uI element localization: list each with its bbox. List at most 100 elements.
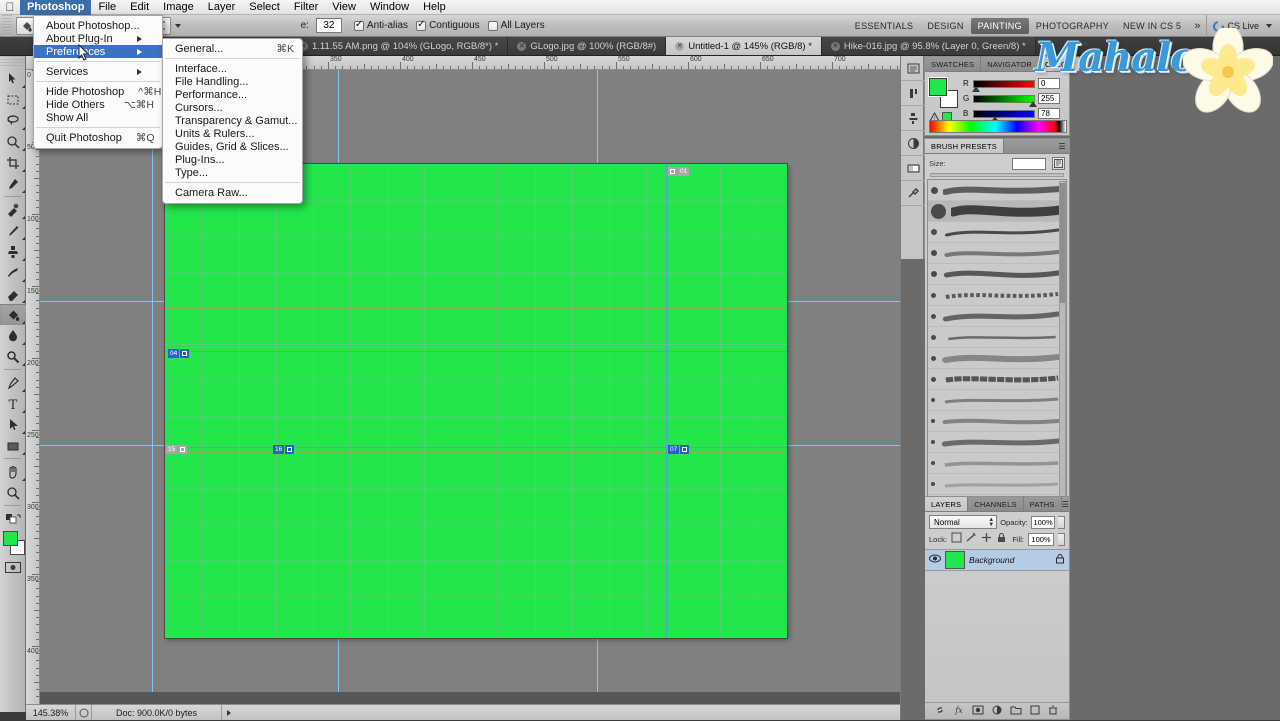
apple-logo-icon[interactable]: 	[0, 1, 20, 14]
blur-tool[interactable]	[0, 325, 26, 346]
submenu-item-file-handling[interactable]: File Handling...	[163, 75, 302, 88]
panel-menu-icon[interactable]: ☰	[1080, 57, 1087, 71]
fill-value[interactable]: 100%	[1028, 532, 1054, 546]
menu-layer[interactable]: Layer	[201, 0, 243, 15]
color-swatches[interactable]	[0, 529, 26, 559]
menu-select[interactable]: Select	[242, 0, 287, 15]
menu-file[interactable]: File	[91, 0, 123, 15]
new-group-icon[interactable]	[1010, 705, 1022, 718]
menu-item-hide-others[interactable]: Hide Others ⌥⌘H	[34, 98, 162, 111]
opacity-value[interactable]: 100%	[1030, 515, 1056, 529]
layer-thumbnail[interactable]	[945, 551, 965, 569]
red-slider[interactable]	[972, 79, 1035, 92]
masks-panel-icon[interactable]	[901, 156, 925, 181]
link-layers-icon[interactable]	[934, 705, 946, 718]
document-tab[interactable]: ✕ GLogo.jpg @ 100% (RGB/8#)	[508, 37, 667, 55]
path-selection-tool[interactable]	[0, 414, 26, 435]
close-icon[interactable]: ✕	[830, 41, 840, 51]
spot-healing-brush-tool[interactable]	[0, 199, 26, 220]
brush-preset-item[interactable]	[928, 243, 1066, 264]
tab-brush-presets[interactable]: BRUSH PRESETS	[925, 139, 1004, 153]
lock-transparent-pixels-icon[interactable]	[951, 532, 962, 546]
anti-alias-checkbox[interactable]: Anti-alias	[353, 19, 408, 31]
contiguous-checkbox[interactable]: Contiguous	[416, 19, 480, 31]
menu-item-hide-photoshop[interactable]: Hide Photoshop ^⌘H	[34, 85, 162, 98]
menu-item-preferences[interactable]: Preferences	[34, 45, 162, 58]
close-icon[interactable]: ✕	[517, 41, 527, 51]
layer-visibility-icon[interactable]	[929, 554, 941, 566]
submenu-item-interface[interactable]: Interface...	[163, 62, 302, 75]
history-panel-icon[interactable]	[901, 56, 925, 81]
layer-style-fx-icon[interactable]: fx	[953, 705, 965, 718]
toolbar-grip[interactable]	[0, 56, 25, 68]
slice-badge[interactable]: 16	[273, 445, 295, 454]
layer-name[interactable]: Background	[969, 555, 1051, 565]
adjustment-layer-icon[interactable]	[991, 705, 1003, 718]
status-zoom-value[interactable]: 145.38%	[26, 705, 76, 720]
cs-live-caret-icon[interactable]	[1266, 24, 1272, 28]
submenu-item-plug-ins[interactable]: Plug-Ins...	[163, 153, 302, 166]
options-bar-grip[interactable]	[2, 14, 12, 37]
quick-mask-icon[interactable]	[0, 559, 26, 575]
submenu-item-guides-grid-slices[interactable]: Guides, Grid & Slices...	[163, 140, 302, 153]
eyedropper-tool[interactable]	[0, 173, 26, 194]
brush-preset-item[interactable]	[928, 369, 1066, 390]
layer-row-background[interactable]: Background	[925, 549, 1069, 571]
brush-presets-toggle-icon[interactable]	[1052, 157, 1065, 170]
document-tab-active[interactable]: ✕ Untitled-1 @ 145% (RGB/8) *	[666, 37, 822, 55]
image-canvas[interactable]: 01 04 15 16 07	[165, 164, 787, 638]
color-panel-swatches[interactable]	[928, 77, 961, 108]
submenu-item-transparency-gamut[interactable]: Transparency & Gamut...	[163, 114, 302, 127]
clone-stamp-tool[interactable]	[0, 241, 26, 262]
color-ramp[interactable]	[929, 120, 1067, 133]
add-layer-mask-icon[interactable]	[972, 705, 984, 718]
submenu-item-units-rulers[interactable]: Units & Rulers...	[163, 127, 302, 140]
anti-alias-check-icon[interactable]	[353, 19, 364, 31]
play-arrow-icon[interactable]	[222, 709, 236, 717]
lock-position-icon[interactable]	[981, 532, 992, 546]
menu-photoshop[interactable]: Photoshop	[20, 0, 92, 15]
brush-preset-item[interactable]	[928, 306, 1066, 327]
submenu-item-type[interactable]: Type...	[163, 166, 302, 179]
tab-layers[interactable]: LAYERS	[925, 497, 969, 511]
slice-badge[interactable]: 01	[668, 167, 690, 176]
brush-preset-item[interactable]	[928, 327, 1066, 348]
lock-image-pixels-icon[interactable]	[966, 532, 977, 546]
blend-dropdown-caret[interactable]	[174, 23, 181, 28]
horizontal-type-tool[interactable]: T	[0, 393, 26, 414]
crop-tool[interactable]	[0, 152, 26, 173]
menu-image[interactable]: Image	[156, 0, 201, 15]
slice-badge[interactable]: 07	[668, 445, 690, 454]
adjustments-panel-icon[interactable]	[901, 131, 925, 156]
contiguous-check-icon[interactable]	[416, 19, 427, 31]
brush-preset-item[interactable]	[928, 411, 1066, 432]
close-icon[interactable]: ✕	[675, 41, 685, 51]
all-layers-check-icon[interactable]	[487, 20, 498, 31]
foreground-color-swatch[interactable]	[928, 77, 948, 97]
menu-view[interactable]: View	[325, 0, 363, 15]
brush-preset-item[interactable]	[928, 453, 1066, 474]
actions-panel-icon[interactable]	[901, 81, 925, 106]
brush-presets-list[interactable]	[927, 179, 1067, 539]
quick-selection-tool[interactable]	[0, 131, 26, 152]
pen-tool[interactable]	[0, 372, 26, 393]
brush-preset-item[interactable]	[928, 222, 1066, 243]
menu-window[interactable]: Window	[363, 0, 416, 15]
menu-item-quit-photoshop[interactable]: Quit Photoshop ⌘Q	[34, 131, 162, 144]
menu-item-about-photoshop[interactable]: About Photoshop...	[34, 19, 162, 32]
tab-swatches[interactable]: SWATCHES	[925, 57, 982, 71]
brush-tool[interactable]	[0, 220, 26, 241]
brush-size-slider[interactable]	[930, 173, 1064, 177]
tool-presets-panel-icon[interactable]	[901, 181, 925, 206]
menu-edit[interactable]: Edit	[123, 0, 156, 15]
brush-size-input[interactable]	[1012, 157, 1046, 170]
green-value[interactable]: 255	[1038, 93, 1060, 104]
slice-badge[interactable]: 15	[166, 445, 188, 454]
menu-item-about-plugin[interactable]: About Plug-In	[34, 32, 162, 45]
submenu-item-cursors[interactable]: Cursors...	[163, 101, 302, 114]
delete-layer-icon[interactable]	[1047, 705, 1059, 718]
document-tab[interactable]: ✕ Hike-016.jpg @ 95.8% (Layer 0, Green/8…	[821, 37, 1036, 55]
lock-all-icon[interactable]	[996, 532, 1007, 546]
brush-preset-item[interactable]	[928, 474, 1066, 495]
workspace-photography[interactable]: PHOTOGRAPHY	[1029, 18, 1116, 34]
